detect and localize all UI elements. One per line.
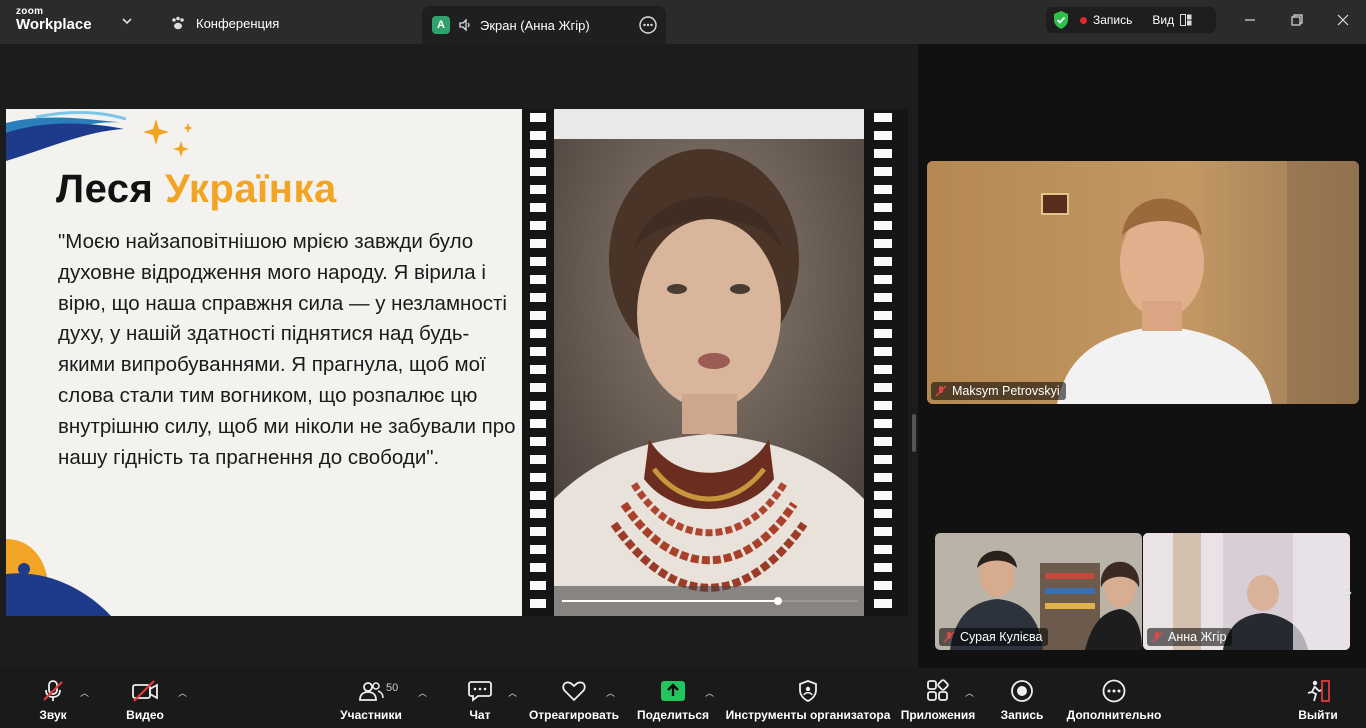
share-screen-icon: [661, 681, 685, 701]
participants-options-chevron-icon[interactable]: ︿: [418, 686, 427, 699]
chat-label: Чат: [469, 708, 491, 722]
leave-icon: [1307, 680, 1330, 702]
participant-name-bar: Сурая Кулієва: [939, 628, 1049, 646]
record-label: Запись: [1000, 708, 1044, 722]
participants-button[interactable]: Участники: [336, 668, 406, 728]
more-icon[interactable]: [638, 15, 658, 35]
slide-title-surname: Українка: [165, 167, 337, 211]
meeting-toolbar: Звук ︿ Видео ︿ Участники 50 ︿ Чат ︿ Отре…: [0, 668, 1366, 728]
leave-button[interactable]: Выйти: [1296, 668, 1340, 728]
leave-label: Выйти: [1298, 708, 1338, 722]
participant-video-frame: [927, 161, 1359, 404]
video-label: Видео: [126, 708, 164, 722]
heart-icon: [562, 681, 586, 702]
audio-options-chevron-icon[interactable]: ︿: [80, 686, 89, 699]
share-options-chevron-icon[interactable]: ︿: [705, 686, 714, 699]
paw-icon: [172, 16, 184, 30]
chat-button[interactable]: Чат: [462, 668, 498, 728]
participants-count: 50: [386, 682, 399, 694]
portrait-video-frame: [554, 139, 864, 616]
more-icon: [1102, 679, 1126, 703]
share-button[interactable]: Поделиться: [636, 668, 710, 728]
apps-icon: [927, 679, 949, 701]
shield-icon: [799, 680, 817, 702]
host-tools-label: Инструменты организатора: [725, 708, 891, 722]
participant-name: Анна Жгір: [1168, 630, 1227, 644]
shared-slide: Леся Українка "Моєю найзаповітнішою мріє…: [6, 109, 908, 616]
corner-decoration: [6, 539, 111, 616]
video-off-icon: [132, 680, 158, 702]
audio-label: Звук: [39, 708, 67, 722]
slide-title-name: Леся: [56, 167, 154, 211]
meeting-status-group: Запись Вид: [1046, 7, 1216, 33]
participant-name: Maksym Petrovskyi: [952, 384, 1060, 398]
react-options-chevron-icon[interactable]: ︿: [606, 686, 615, 699]
shared-screen-area: Леся Українка "Моєю найзаповітнішою мріє…: [0, 44, 918, 668]
chat-icon: [468, 681, 492, 702]
wave-decoration: [6, 111, 193, 161]
more-label: Дополнительно: [1066, 708, 1162, 722]
chat-options-chevron-icon[interactable]: ︿: [508, 686, 517, 699]
react-label: Отреагировать: [528, 708, 620, 722]
tab-screen-share[interactable]: A Экран (Анна Жгір): [422, 6, 666, 44]
participants-icon: [359, 682, 384, 701]
slide-title: Леся Українка: [56, 167, 337, 212]
top-bar: zoom Workplace Конференция A Экран (Анна…: [0, 0, 1366, 44]
participant-name: Сурая Кулієва: [960, 630, 1043, 644]
participant-tile-small-2[interactable]: Анна Жгір: [1143, 533, 1350, 650]
chevron-down-icon[interactable]: [120, 14, 134, 28]
participants-label: Участники: [340, 708, 402, 722]
mic-muted-icon: [43, 680, 63, 701]
conference-menu[interactable]: Конференция: [170, 12, 279, 34]
slide-quote: "Моєю найзаповітнішою мрією завжди було …: [58, 230, 516, 469]
record-dot-icon: [1080, 16, 1087, 24]
security-shield-icon[interactable]: [1052, 10, 1070, 30]
participant-tile-main[interactable]: Maksym Petrovskyi: [927, 161, 1359, 404]
recording-label: Запись: [1093, 13, 1133, 27]
audio-button[interactable]: Звук: [32, 668, 74, 728]
restore-icon[interactable]: [1287, 10, 1307, 30]
view-label: Вид: [1152, 13, 1175, 27]
close-icon[interactable]: [1333, 10, 1353, 30]
video-options-chevron-icon[interactable]: ︿: [178, 686, 187, 699]
video-progress-bar[interactable]: [562, 597, 858, 605]
apps-label: Приложения: [900, 708, 976, 722]
speaker-icon: [459, 18, 470, 32]
embedded-video[interactable]: [554, 139, 864, 616]
minimize-icon[interactable]: [1240, 10, 1260, 30]
mic-muted-icon: [935, 385, 947, 397]
apps-options-chevron-icon[interactable]: ︿: [965, 686, 974, 699]
video-button[interactable]: Видео: [120, 668, 170, 728]
participant-tile-small-1[interactable]: Сурая Кулієва: [935, 533, 1142, 650]
tab-title: Экран (Анна Жгір): [480, 17, 590, 33]
host-tools-button[interactable]: Инструменты организатора: [725, 668, 891, 728]
recording-indicator[interactable]: Запись: [1080, 13, 1132, 27]
avatar: A: [432, 16, 450, 34]
participant-name-bar: Maksym Petrovskyi: [931, 382, 1066, 400]
carousel-next-icon[interactable]: ›: [1340, 578, 1358, 606]
more-button[interactable]: Дополнительно: [1066, 668, 1162, 728]
video-progress-fill: [562, 600, 779, 602]
panel-resize-handle[interactable]: [912, 414, 916, 452]
grid-view-icon: [1180, 14, 1192, 26]
share-label: Поделиться: [636, 708, 710, 722]
view-button[interactable]: Вид: [1152, 13, 1192, 27]
record-icon: [1011, 680, 1033, 702]
conference-label: Конференция: [196, 15, 280, 31]
mic-muted-icon: [943, 631, 955, 643]
participant-name-bar: Анна Жгір: [1147, 628, 1233, 646]
zoom-logo[interactable]: zoom Workplace: [16, 7, 92, 33]
mic-muted-icon: [1151, 631, 1163, 643]
record-button[interactable]: Запись: [998, 668, 1046, 728]
video-top-band: [554, 109, 864, 139]
